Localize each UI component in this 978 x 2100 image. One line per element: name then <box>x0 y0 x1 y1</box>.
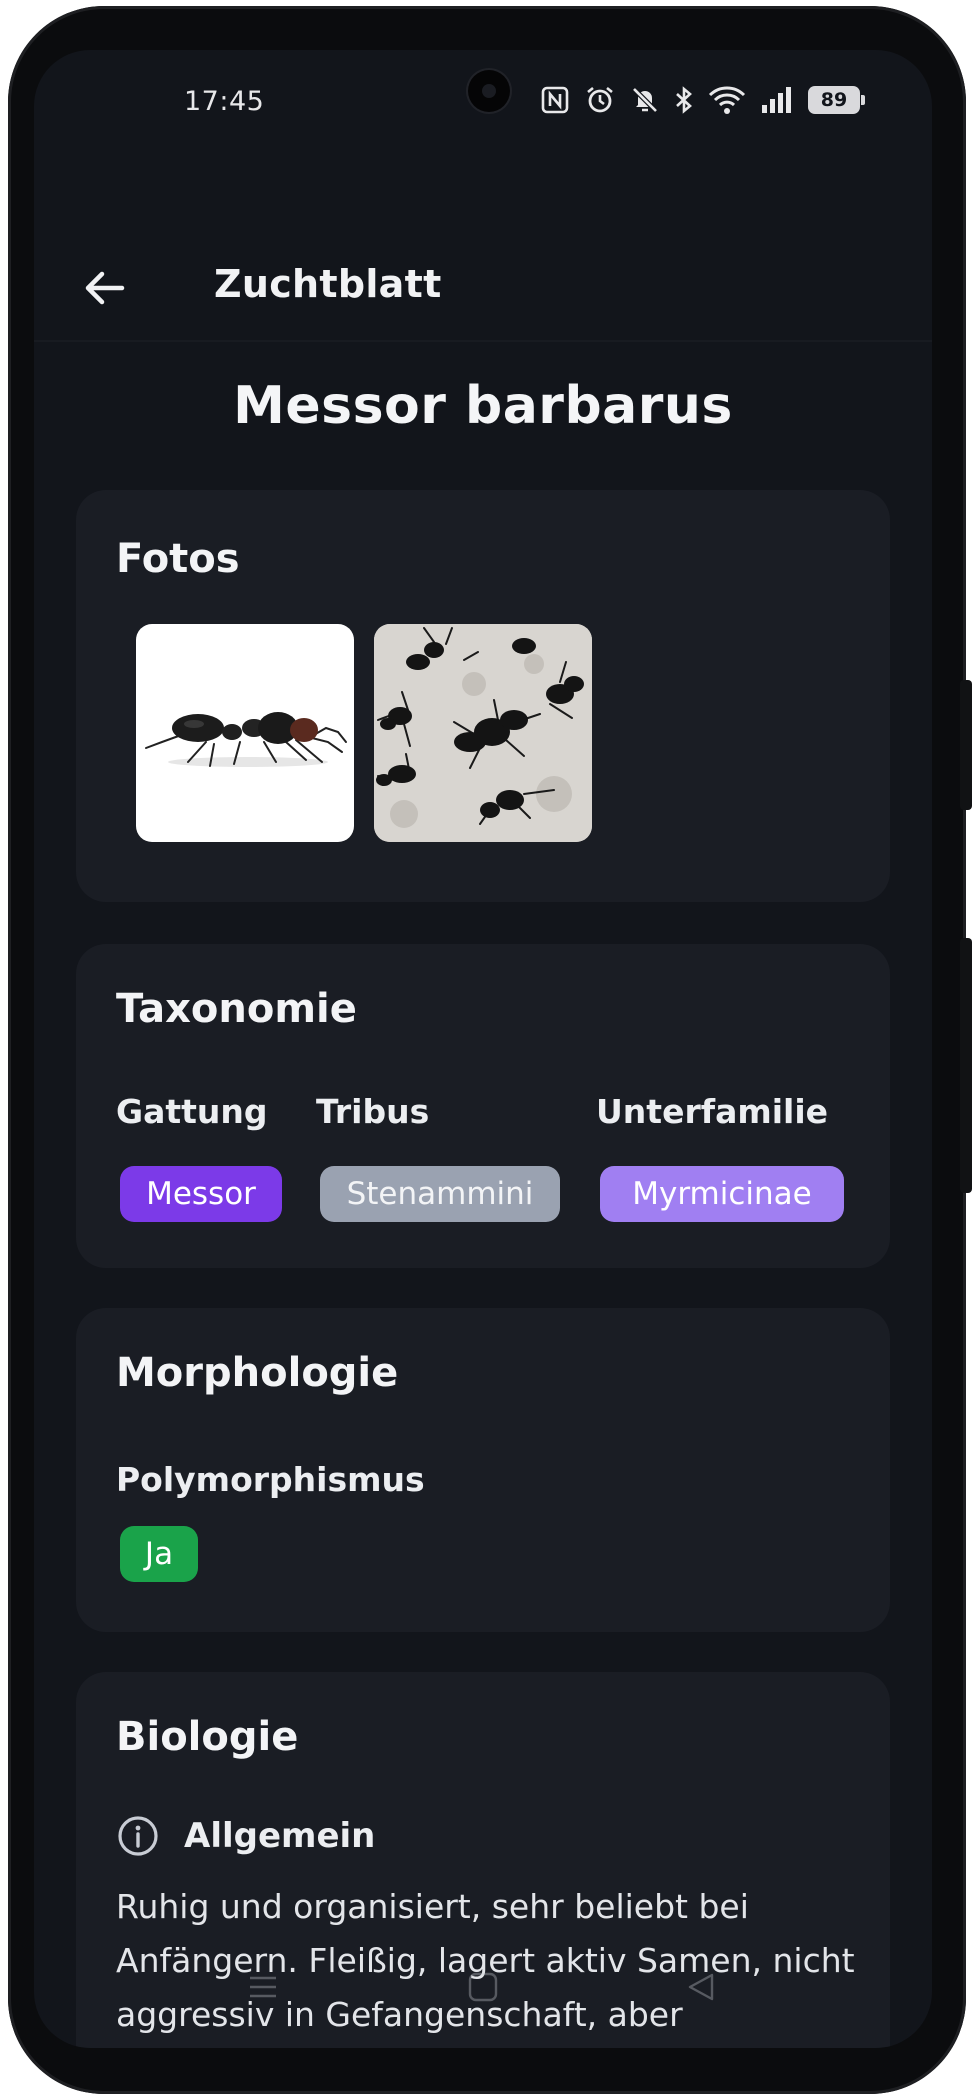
status-icons: 89 <box>540 80 865 120</box>
morphologie-title: Morphologie <box>116 1350 399 1396</box>
biologie-title: Biologie <box>116 1714 299 1760</box>
mute-icon <box>630 85 660 115</box>
status-bar: 17:45 89 <box>34 50 932 150</box>
taxonomie-card: Taxonomie Gattung Tribus Unterfamilie Me… <box>76 944 890 1268</box>
gattung-label: Gattung <box>116 1092 268 1131</box>
volume-button <box>960 680 972 810</box>
allgemein-text: Ruhig und organisiert, sehr beliebt bei … <box>116 1887 855 2034</box>
fotos-card: Fotos <box>76 490 890 902</box>
tribus-label: Tribus <box>316 1092 430 1131</box>
allgemein-header: Allgemein <box>116 1814 375 1858</box>
gattung-chip[interactable]: Messor <box>120 1166 282 1222</box>
taxonomie-title: Taxonomie <box>116 986 357 1032</box>
polymorphismus-chip: Ja <box>120 1526 198 1582</box>
unterfamilie-label: Unterfamilie <box>596 1092 829 1131</box>
top-app-bar: Zuchtblatt <box>34 240 932 336</box>
home-icon[interactable] <box>466 1972 500 2006</box>
front-camera <box>468 70 510 112</box>
unterfamilie-chip[interactable]: Myrmicinae <box>600 1166 844 1222</box>
alarm-icon <box>584 84 616 116</box>
info-icon <box>118 1816 158 1856</box>
app-bar-title: Zuchtblatt <box>214 262 442 306</box>
screen: 17:45 89 Zuchtblatt Messor barbarus Foto… <box>34 50 932 2048</box>
allgemein-label: Allgemein <box>184 1816 376 1856</box>
nfc-icon <box>540 85 570 115</box>
arrow-left-icon <box>85 271 125 305</box>
morphologie-card: Morphologie Polymorphismus Ja <box>76 1308 890 1632</box>
battery-icon: 89 <box>808 86 865 114</box>
polymorphismus-label: Polymorphismus <box>116 1460 425 1499</box>
species-title: Messor barbarus <box>233 376 733 436</box>
back-button[interactable] <box>74 258 134 318</box>
signal-icon <box>760 85 794 115</box>
wifi-icon <box>708 85 746 115</box>
app-bar-divider <box>34 340 932 342</box>
fotos-title: Fotos <box>116 536 240 582</box>
ant-single-photo[interactable] <box>136 624 354 842</box>
status-time: 17:45 <box>184 86 265 117</box>
ant-group-photo[interactable] <box>374 624 592 842</box>
tribus-chip[interactable]: Stenammini <box>320 1166 560 1222</box>
power-button <box>960 938 972 1193</box>
back-triangle-icon[interactable] <box>684 1972 718 2006</box>
bluetooth-icon <box>674 85 694 115</box>
menu-icon[interactable] <box>246 1972 280 2006</box>
